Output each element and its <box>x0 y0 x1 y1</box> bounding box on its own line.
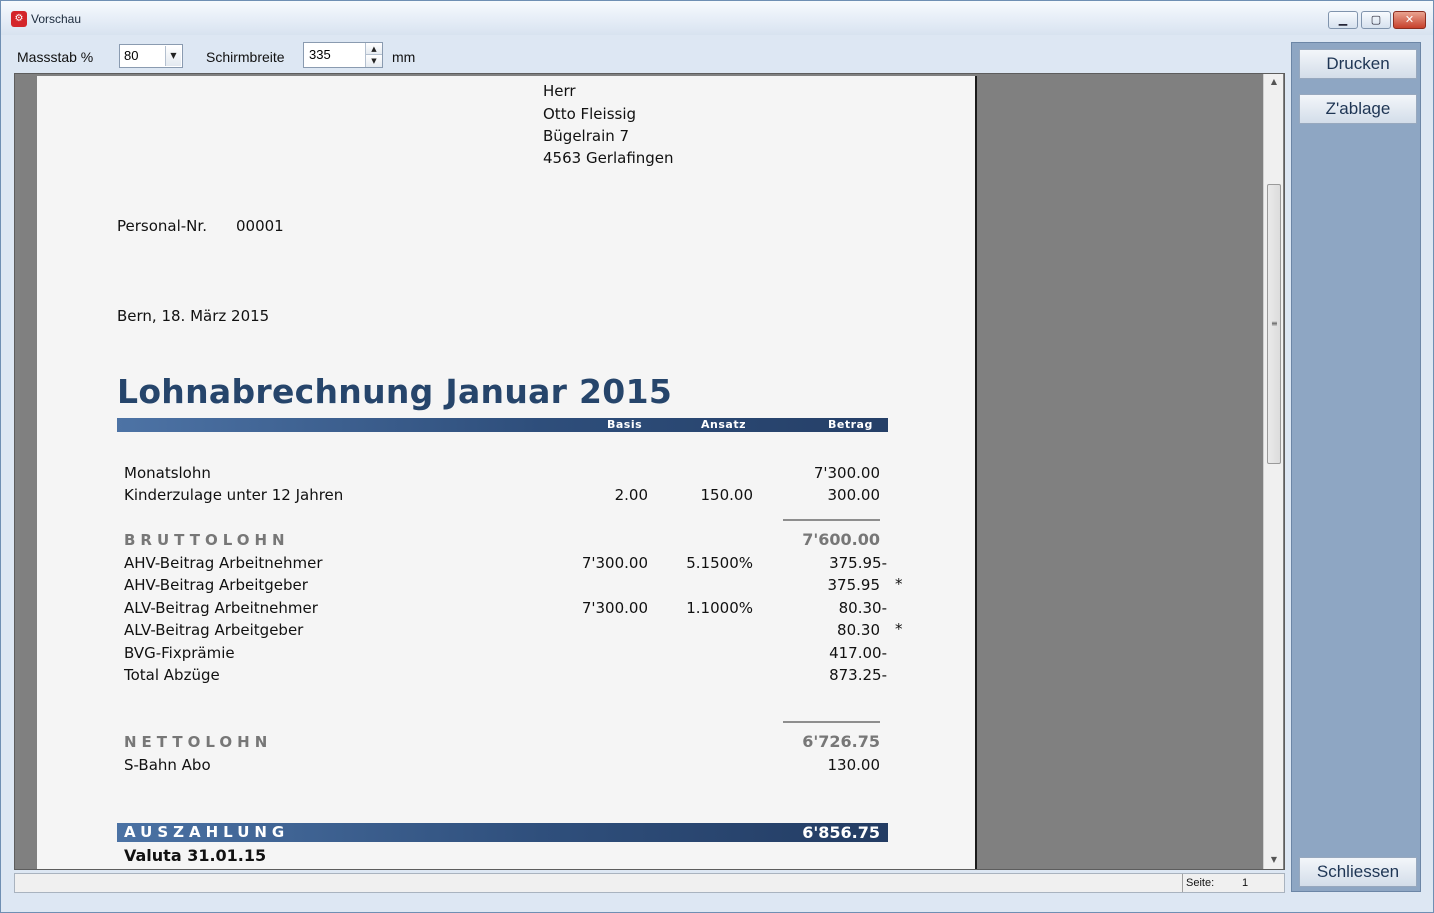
line-item-ansatz: 150.00 <box>700 486 754 504</box>
line-item-betrag: 80.30 <box>837 621 880 639</box>
gross-label: BRUTTOLOHN <box>124 531 290 549</box>
scale-value: 80 <box>124 48 139 63</box>
scroll-up-icon[interactable]: ▲ <box>1264 74 1284 90</box>
payout-bar: AUSZAHLUNG 6'856.75 <box>117 823 888 842</box>
spin-up-icon[interactable]: ▲ <box>366 43 382 55</box>
line-item-label: AHV-Beitrag Arbeitgeber <box>124 576 308 594</box>
scale-label: Massstab % <box>17 49 94 65</box>
date-line: Bern, 18. März 2015 <box>117 307 270 325</box>
screen-width-spinner[interactable]: 335 ▲ ▼ <box>303 42 383 68</box>
scroll-thumb[interactable]: ≡ <box>1267 184 1281 464</box>
clipboard-button[interactable]: Z'ablage <box>1299 94 1417 124</box>
vertical-scrollbar[interactable]: ▲ ≡ ▼ <box>1263 74 1283 869</box>
window-title: Vorschau <box>31 12 82 26</box>
column-header-basis: Basis <box>607 418 643 431</box>
status-separator <box>1182 874 1183 892</box>
line-item-betrag: 375.95- <box>829 554 887 572</box>
line-item-label: AHV-Beitrag Arbeitnehmer <box>124 554 323 572</box>
subtotal-rule <box>783 519 880 521</box>
address-line: Bügelrain 7 <box>543 127 630 145</box>
net-value: 6'726.75 <box>802 732 880 751</box>
status-bar: Seite: 1 <box>14 873 1285 893</box>
column-header-bar: Basis Ansatz Betrag <box>117 418 888 432</box>
scale-combobox[interactable]: 80 ▼ <box>119 44 183 68</box>
print-button[interactable]: Drucken <box>1299 49 1417 79</box>
line-item-label: Kinderzulage unter 12 Jahren <box>124 486 344 504</box>
payout-label: AUSZAHLUNG <box>124 823 290 841</box>
unit-label: mm <box>392 49 416 65</box>
line-item-label: Total Abzüge <box>124 666 220 684</box>
line-item-basis: 7'300.00 <box>581 599 648 617</box>
chevron-down-icon[interactable]: ▼ <box>165 46 181 66</box>
payout-value: 6'856.75 <box>802 823 880 842</box>
personnel-label: Personal-Nr. <box>117 217 207 235</box>
title-bar[interactable]: ⚙ Vorschau ▁ ▢ ✕ <box>1 1 1433 35</box>
address-line: Herr <box>543 82 576 100</box>
line-item-betrag: 300.00 <box>827 486 881 504</box>
valuta-line: Valuta 31.01.15 <box>124 846 267 865</box>
action-panel: Drucken Z'ablage Schliessen <box>1291 42 1421 892</box>
employer-mark: * <box>895 620 903 638</box>
screen-width-label: Schirmbreite <box>206 49 285 65</box>
line-item-label: BVG-Fixprämie <box>124 644 235 662</box>
line-item-betrag: 80.30- <box>838 599 887 617</box>
line-item-ansatz: 1.1000% <box>686 599 753 617</box>
subtotal-rule <box>783 721 880 723</box>
page-number: 1 <box>1242 877 1249 889</box>
column-header-ansatz: Ansatz <box>701 418 746 431</box>
spin-down-icon[interactable]: ▼ <box>366 55 382 67</box>
line-item-label: ALV-Beitrag Arbeitgeber <box>124 621 304 639</box>
close-button[interactable]: Schliessen <box>1299 857 1417 887</box>
line-item-betrag: 375.95 <box>827 576 881 594</box>
close-window-button[interactable]: ✕ <box>1393 11 1426 29</box>
employer-mark: * <box>895 575 903 593</box>
personnel-number: 00001 <box>236 217 284 235</box>
line-item-label: Monatslohn <box>124 464 211 482</box>
address-line: 4563 Gerlafingen <box>543 149 674 167</box>
gross-value: 7'600.00 <box>802 530 880 549</box>
app-icon: ⚙ <box>11 11 27 27</box>
line-item-basis: 7'300.00 <box>581 554 648 572</box>
screen-width-value: 335 <box>309 47 331 62</box>
line-item-betrag: 873.25- <box>829 666 887 684</box>
line-item-betrag: 130.00 <box>827 756 881 774</box>
document-title: Lohnabrechnung Januar 2015 <box>117 372 673 411</box>
page-label: Seite: <box>1186 877 1215 889</box>
maximize-button[interactable]: ▢ <box>1361 11 1391 29</box>
line-item-basis: 2.00 <box>614 486 648 504</box>
scroll-down-icon[interactable]: ▼ <box>1264 852 1284 868</box>
minimize-button[interactable]: ▁ <box>1328 11 1358 29</box>
toolbar: Massstab % 80 ▼ Schirmbreite 335 ▲ ▼ mm <box>1 39 1291 73</box>
grip-icon: ≡ <box>1271 319 1278 328</box>
line-item-betrag: 7'300.00 <box>813 464 880 482</box>
column-header-betrag: Betrag <box>828 418 873 431</box>
document-page: Herr Otto Fleissig Bügelrain 7 4563 Gerl… <box>37 76 977 869</box>
line-item-ansatz: 5.1500% <box>686 554 753 572</box>
net-label: NETTOLOHN <box>124 733 273 751</box>
preview-area[interactable]: Herr Otto Fleissig Bügelrain 7 4563 Gerl… <box>14 73 1285 870</box>
spinner-buttons: ▲ ▼ <box>365 43 382 67</box>
line-item-label: S-Bahn Abo <box>124 756 211 774</box>
line-item-label: ALV-Beitrag Arbeitnehmer <box>124 599 318 617</box>
preview-window: ⚙ Vorschau ▁ ▢ ✕ Massstab % 80 ▼ Schirmb… <box>0 0 1434 913</box>
line-item-betrag: 417.00- <box>829 644 887 662</box>
address-line: Otto Fleissig <box>543 105 637 123</box>
